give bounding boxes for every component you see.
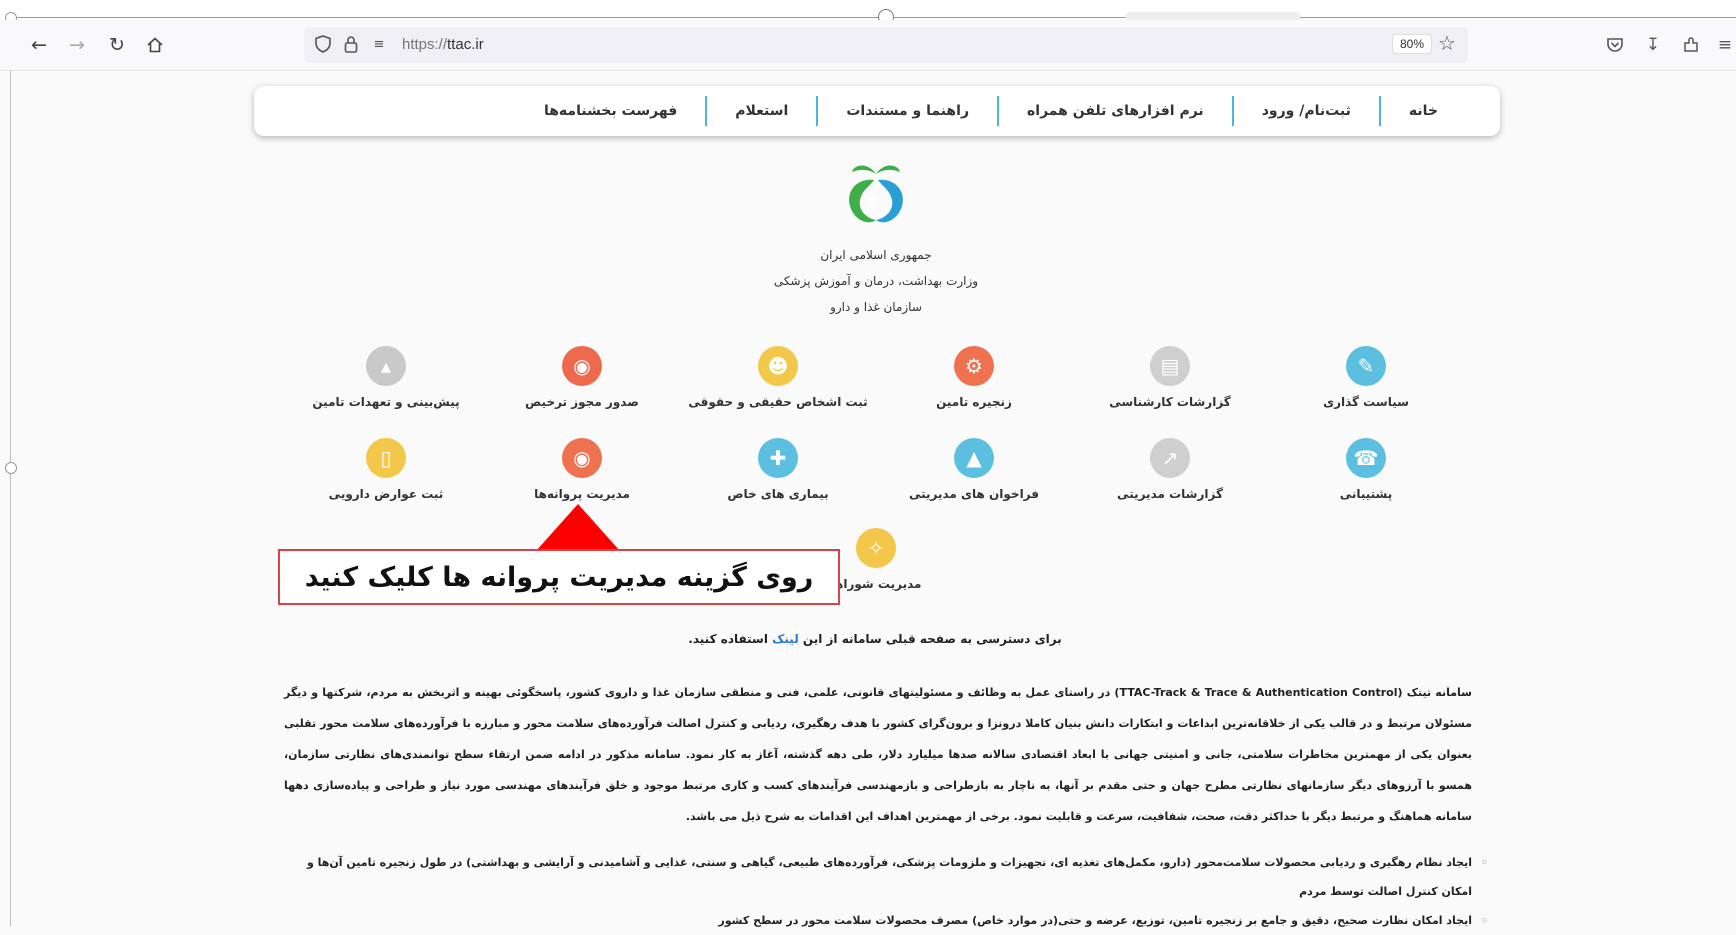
management-call-icon: ▲ <box>954 438 994 478</box>
tab-shadow <box>1126 12 1300 20</box>
site-settings-icon[interactable]: ≡ <box>368 33 390 55</box>
service-label: صدور مجوز ترخیص <box>525 395 639 409</box>
tutorial-callout: روی گزینه مدیریت پروانه ها کلیک کنید <box>278 549 840 605</box>
ttac-logo <box>836 158 916 238</box>
service-license-management[interactable]: ◉ مدیریت پروانه‌ها <box>482 438 682 501</box>
goals-list: ایجاد نظام رهگیری و ردیابی محصولات سلامت… <box>284 848 1490 935</box>
policy-document-icon: ✎ <box>1346 346 1386 386</box>
menu-icon[interactable]: ≡ <box>1714 30 1736 60</box>
address-bar[interactable]: ≡ https://ttac.ir 80% ☆ <box>304 27 1468 63</box>
frame-handle-middle[interactable] <box>5 462 17 474</box>
browser-toolbar: ← → ↻ ≡ https://ttac.ir 80% ☆ ↧ ≡ <box>0 20 1736 71</box>
notice-text-before: برای دسترسی به صفحه قبلی سامانه از این <box>798 632 1062 646</box>
service-clearance-license[interactable]: ◉ صدور مجوز ترخیص <box>482 346 682 409</box>
service-label: گزارشات مدیریتی <box>1117 487 1223 501</box>
callout-arrow <box>536 504 620 551</box>
supply-chain-icon: ⚙ <box>954 346 994 386</box>
drug-side-effects-icon: ▯ <box>366 438 406 478</box>
system-description: سامانه تیتک (TTAC-Track & Trace & Authen… <box>284 686 1472 823</box>
service-label: پشتیبانی <box>1339 487 1393 501</box>
service-label: سیاست گذاری <box>1323 395 1409 409</box>
license-management-icon: ◉ <box>562 438 602 478</box>
service-drug-side-effects[interactable]: ▯ ثبت عوارض دارویی <box>286 438 486 501</box>
site-main-nav: خانه ثبت‌نام/ ورود نرم افزارهای تلفن همر… <box>254 86 1500 136</box>
service-label: ثبت اشخاص حقیقی و حقوقی <box>688 395 868 409</box>
extensions-icon[interactable] <box>1676 30 1706 60</box>
service-label: گزارشات کارشناسی <box>1109 395 1231 409</box>
special-disease-icon: ✚ <box>758 438 798 478</box>
ministry-line-1: جمهوری اسلامی ایران <box>820 248 932 262</box>
top-divider <box>10 17 1736 18</box>
service-label: ثبت عوارض دارویی <box>328 487 444 501</box>
service-policy[interactable]: ✎ سیاست گذاری <box>1266 346 1466 409</box>
zoom-level[interactable]: 80% <box>1392 34 1433 54</box>
service-label: فراخوان های مدیریتی <box>908 487 1040 501</box>
shield-icon[interactable] <box>312 33 334 55</box>
list-item: ایجاد امکان نظارت صحیح، دقیق و جامع بر ز… <box>284 906 1488 935</box>
clearance-globe-icon: ◉ <box>562 346 602 386</box>
forecast-chart-icon: ▴ <box>366 346 406 386</box>
nav-inquiry[interactable]: استعلام <box>707 103 816 119</box>
nav-home[interactable]: خانه <box>1381 103 1466 119</box>
service-label: پیش‌بینی و تعهدات تامین <box>312 395 460 409</box>
service-person-registration[interactable]: ☻ ثبت اشخاص حقیقی و حقوقی <box>678 346 878 409</box>
url-host: ttac.ir <box>447 36 484 53</box>
service-label: مدیریت پروانه‌ها <box>534 487 630 501</box>
url-text[interactable]: https://ttac.ir <box>402 36 484 53</box>
service-special-diseases[interactable]: ✚ بیماری های خاص <box>678 438 878 501</box>
service-support[interactable]: ☎ پشتیبانی <box>1266 438 1466 501</box>
bookmark-star-icon[interactable]: ☆ <box>1438 31 1456 55</box>
nav-circulars-list[interactable]: فهرست بخشنامه‌ها <box>516 103 705 119</box>
home-icon[interactable] <box>140 30 170 60</box>
nav-guides-docs[interactable]: راهنما و مستندات <box>818 103 997 119</box>
previous-version-link[interactable]: لینک <box>772 632 799 646</box>
ministry-line-3: سازمان غذا و دارو <box>830 300 922 314</box>
previous-version-notice: برای دسترسی به صفحه قبلی سامانه از این ل… <box>500 632 1250 646</box>
nav-mobile-apps[interactable]: نرم افزارهای تلفن همراه <box>999 103 1232 119</box>
people-registration-icon: ☻ <box>758 346 798 386</box>
lock-icon[interactable] <box>340 33 362 55</box>
list-item: ایجاد نظام رهگیری و ردیابی محصولات سلامت… <box>284 848 1488 906</box>
window-top-edge <box>0 0 1736 25</box>
service-management-reports[interactable]: ↗ گزارشات مدیریتی <box>1070 438 1270 501</box>
reload-icon[interactable]: ↻ <box>102 30 132 60</box>
councils-management-icon: ✧ <box>856 528 896 568</box>
back-arrow-icon[interactable]: ← <box>24 30 54 60</box>
notice-text-after: استفاده کنید. <box>688 632 773 646</box>
pocket-icon[interactable] <box>1600 30 1630 60</box>
download-icon[interactable]: ↧ <box>1638 30 1668 60</box>
service-supply-chain[interactable]: ⚙ زنجیره تامین <box>874 346 1074 409</box>
forward-arrow-icon[interactable]: → <box>62 30 92 60</box>
ministry-line-2: وزارت بهداشت، درمان و آموزش پزشکی <box>773 274 979 288</box>
nav-register-login[interactable]: ثبت‌نام/ ورود <box>1234 103 1379 119</box>
service-management-calls[interactable]: ▲ فراخوان های مدیریتی <box>874 438 1074 501</box>
management-report-icon: ↗ <box>1150 438 1190 478</box>
expert-report-icon: ▤ <box>1150 346 1190 386</box>
service-label: بیماری های خاص <box>727 487 829 501</box>
service-forecast[interactable]: ▴ پیش‌بینی و تعهدات تامین <box>286 346 486 409</box>
service-label: زنجیره تامین <box>936 395 1012 409</box>
url-scheme: https:// <box>402 36 448 53</box>
support-icon: ☎ <box>1346 438 1386 478</box>
service-expert-reports[interactable]: ▤ گزارشات کارشناسی <box>1070 346 1270 409</box>
